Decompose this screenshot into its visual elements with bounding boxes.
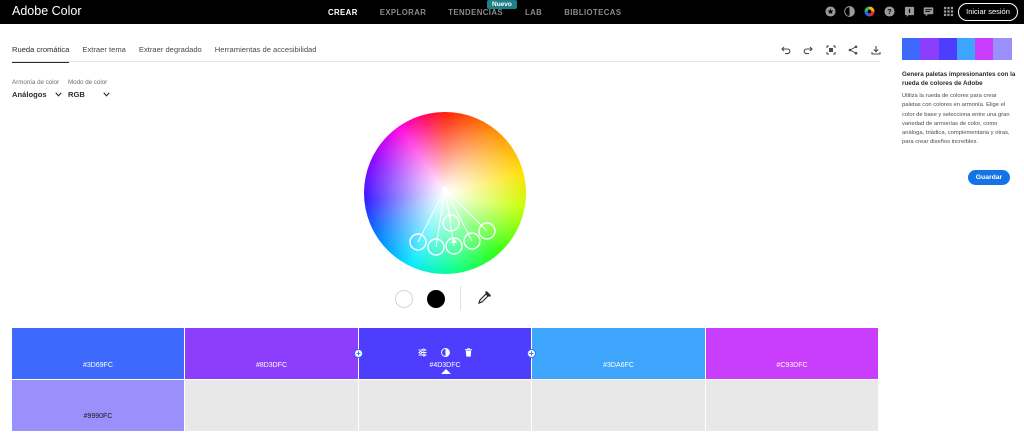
save-button[interactable]: Guardar <box>968 170 1010 185</box>
preview-swatch <box>938 38 957 60</box>
contrast-icon[interactable] <box>844 5 856 17</box>
swatch-hex-value[interactable]: #C93DFC <box>706 362 878 369</box>
add-color-left-button[interactable]: + <box>354 349 363 358</box>
theme-preview <box>902 38 1012 60</box>
swatch-hex-value[interactable]: #3D69FC <box>12 362 184 369</box>
info-icon[interactable] <box>903 5 915 17</box>
empty-swatch-slot <box>359 380 531 431</box>
nav-bibliotecas[interactable]: BIBLIOTECAS <box>564 8 621 17</box>
palette-swatch-selected[interactable]: #4D3DFC <box>359 328 531 379</box>
fullscreen-icon[interactable] <box>825 44 836 55</box>
mode-label: Modo de color <box>68 79 108 86</box>
swatch-hex-value[interactable]: #3DA6FC <box>532 362 705 369</box>
trash-icon[interactable] <box>464 348 473 357</box>
palette-swatch[interactable]: #9990FC <box>12 380 184 431</box>
preview-swatch <box>902 38 921 60</box>
harmony-value: Análogos <box>12 90 47 99</box>
chat-icon[interactable] <box>923 5 935 17</box>
set-base-color-icon[interactable] <box>440 348 450 357</box>
mode-value: RGB <box>68 90 85 99</box>
black-swatch-button[interactable] <box>427 290 445 308</box>
apps-grid-icon[interactable] <box>943 5 955 17</box>
side-title: Genera paletas impresionantes con la rue… <box>902 71 1016 87</box>
wheel-handles[interactable] <box>364 112 526 274</box>
nav-crear[interactable]: CREAR <box>328 8 358 17</box>
palette-swatch[interactable]: #8D3DFC <box>185 328 358 379</box>
help-icon[interactable]: ? <box>883 5 895 17</box>
share-icon[interactable] <box>848 44 859 55</box>
harmony-label: Armonía de color <box>12 79 60 86</box>
tabs-divider <box>12 61 880 62</box>
toolbar-separator <box>460 286 461 310</box>
eyedropper-icon[interactable] <box>477 291 491 305</box>
add-color-right-button[interactable]: + <box>527 349 536 358</box>
main-nav: CREAR EXPLORAR TENDENCIAS LAB BIBLIOTECA… <box>328 0 643 24</box>
undo-icon[interactable] <box>780 44 791 55</box>
swatch-tools <box>359 348 531 357</box>
color-wheel-icon[interactable] <box>864 5 876 17</box>
palette-swatch[interactable]: #C93DFC <box>706 328 878 379</box>
star-icon[interactable] <box>824 5 836 17</box>
nav-lab[interactable]: LAB <box>525 8 542 17</box>
chevron-down-icon <box>54 92 62 97</box>
palette-swatch[interactable]: #3DA6FC <box>532 328 705 379</box>
selected-caret <box>441 369 451 374</box>
sliders-icon[interactable] <box>418 348 427 357</box>
preview-swatch <box>956 38 976 60</box>
empty-swatch-slot <box>706 380 878 431</box>
lab-new-badge: Nuevo <box>487 0 517 9</box>
swatch-hex-value[interactable]: #8D3DFC <box>185 362 358 369</box>
mode-select[interactable]: RGB <box>68 90 110 99</box>
side-description: Utiliza la rueda de colores para crear p… <box>902 93 1010 146</box>
nav-explorar[interactable]: EXPLORAR <box>380 8 427 17</box>
empty-swatch-slot <box>532 380 705 431</box>
wheel-center-handle <box>442 186 448 192</box>
brand-logo[interactable]: Adobe Color <box>12 4 82 18</box>
header-icons: ? <box>824 5 963 17</box>
top-bar: Adobe Color CREAR EXPLORAR TENDENCIAS LA… <box>0 0 1024 24</box>
chevron-down-icon <box>103 92 110 97</box>
swatch-hex-value[interactable]: #9990FC <box>12 413 184 420</box>
harmony-select[interactable]: Análogos <box>12 90 62 99</box>
swatch-hex-value[interactable]: #4D3DFC <box>359 362 531 369</box>
preview-swatch <box>975 38 994 60</box>
redo-icon[interactable] <box>803 44 814 55</box>
preview-swatch <box>920 38 939 60</box>
toolbar <box>780 44 893 55</box>
signin-button[interactable]: Iniciar sesión <box>958 3 1018 21</box>
white-swatch-button[interactable] <box>395 290 413 308</box>
preview-swatch <box>993 38 1012 60</box>
palette-swatch[interactable]: #3D69FC <box>12 328 184 379</box>
empty-swatch-slot <box>185 380 358 431</box>
svg-text:?: ? <box>887 6 892 15</box>
download-icon[interactable] <box>870 44 881 55</box>
